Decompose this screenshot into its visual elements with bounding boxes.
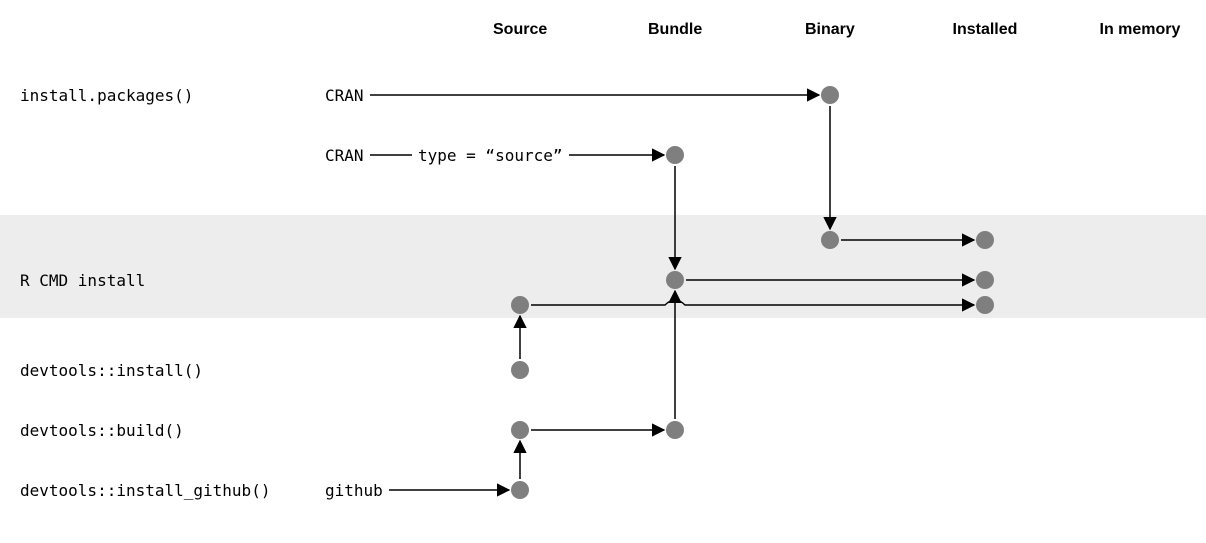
col-bundle: Bundle xyxy=(648,21,702,39)
diagram-svg xyxy=(0,0,1206,543)
arrow-source-to-installed-hop xyxy=(531,300,974,305)
dot-d_installed_band3 xyxy=(976,296,994,314)
dot-d_source_build xyxy=(511,421,529,439)
dot-d_source_band xyxy=(511,296,529,314)
dot-d_source_install xyxy=(511,361,529,379)
col-installed: Installed xyxy=(953,21,1018,39)
dot-d_bundle_build xyxy=(666,421,684,439)
dot-d_source_github xyxy=(511,481,529,499)
dot-d_bundle_cransrc xyxy=(666,146,684,164)
dot-d_bundle_band xyxy=(666,271,684,289)
dot-d_binary_band xyxy=(821,231,839,249)
dots-group xyxy=(511,86,994,499)
col-binary: Binary xyxy=(805,21,855,39)
col-inmemory: In memory xyxy=(1100,21,1181,39)
dot-d_installed_band2 xyxy=(976,271,994,289)
dot-d_installed_band1 xyxy=(976,231,994,249)
dot-d_binary_ip xyxy=(821,86,839,104)
col-source: Source xyxy=(493,21,547,39)
